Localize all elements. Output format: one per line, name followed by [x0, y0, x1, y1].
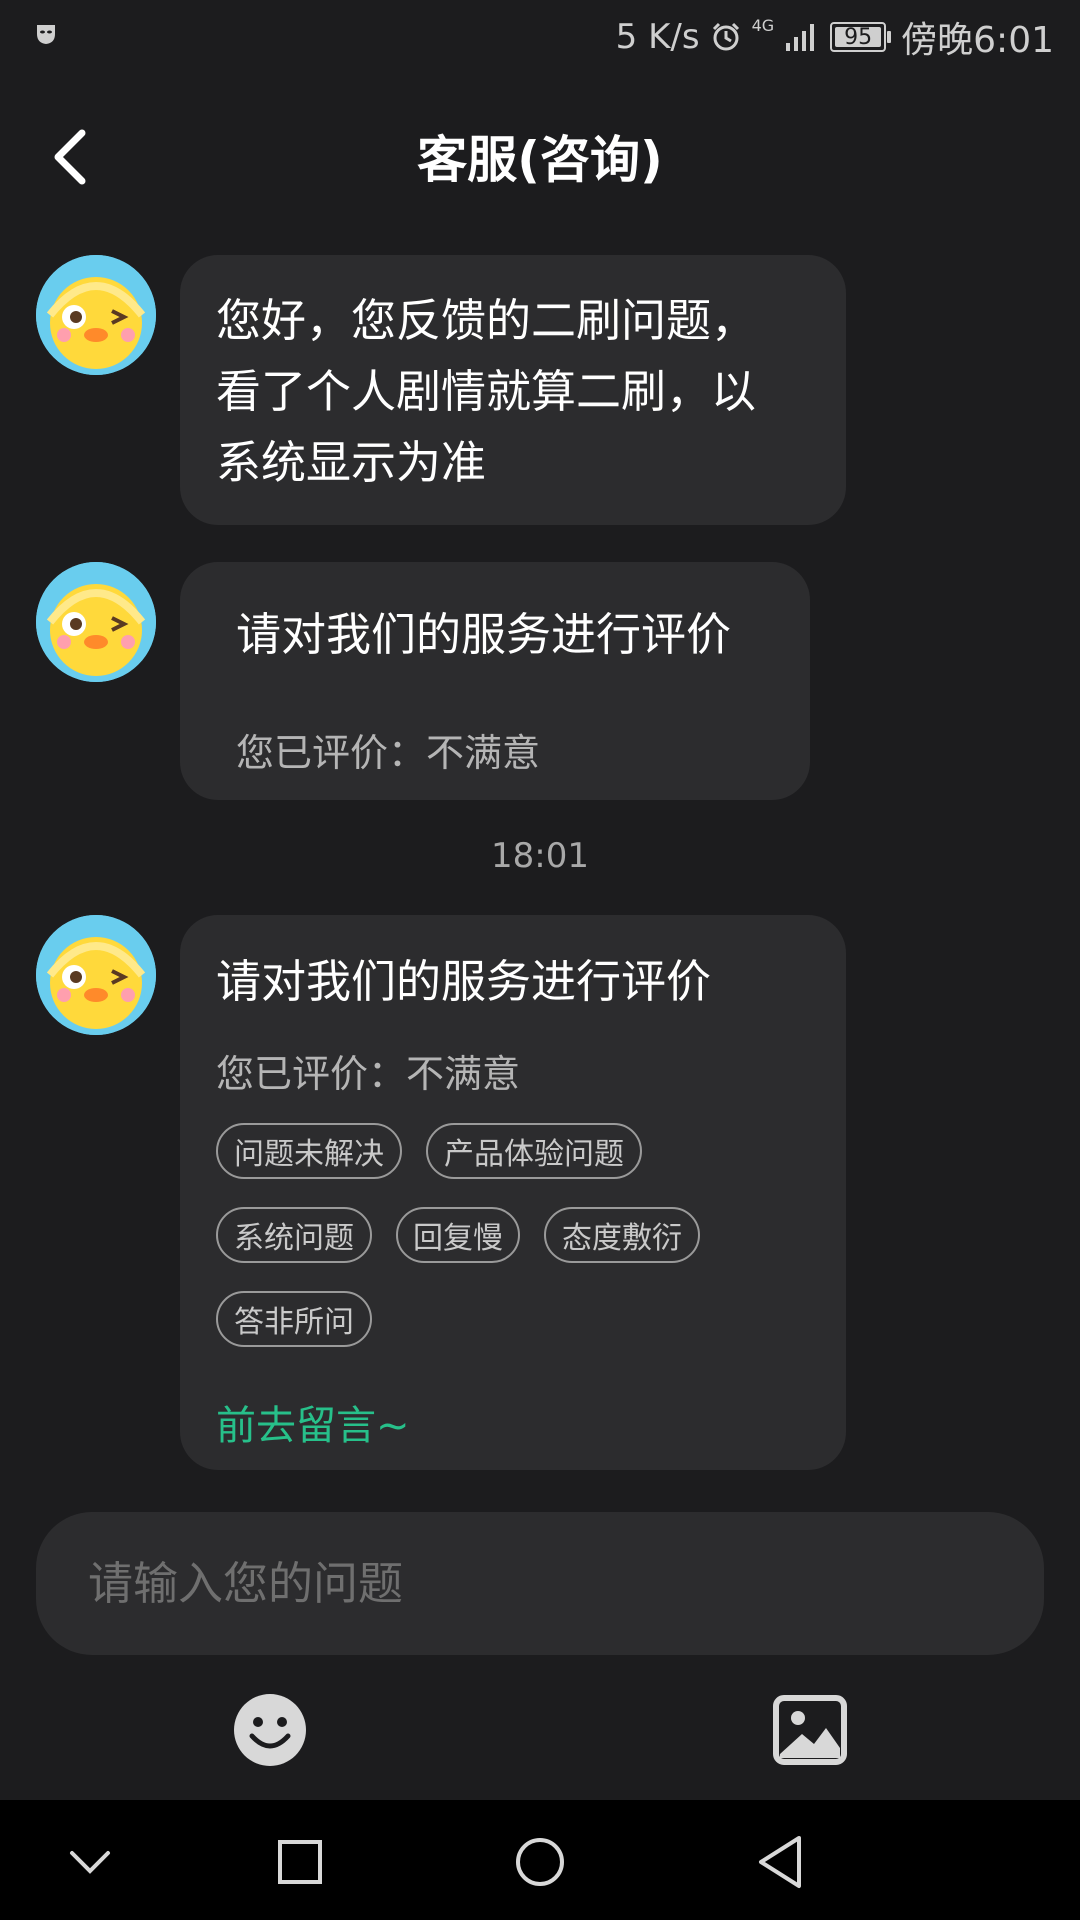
- net-speed: 5 K/s: [615, 17, 700, 57]
- status-time: 傍晚6:01: [901, 20, 1054, 61]
- image-icon[interactable]: [770, 1690, 850, 1770]
- message-line: 看了个人剧情就算二刷，以: [216, 365, 757, 418]
- message-input[interactable]: [86, 1556, 990, 1611]
- header: 客服(咨询): [0, 100, 1080, 210]
- duck-avatar-icon: [36, 562, 156, 682]
- battery-icon: 95: [830, 22, 892, 52]
- square-icon: [278, 1840, 322, 1884]
- message-input-box[interactable]: [36, 1512, 1044, 1655]
- duck-avatar-icon: [36, 915, 156, 1035]
- alarm-icon: [712, 22, 739, 51]
- chevron-down-icon: [70, 1851, 110, 1874]
- tag-perfunctory[interactable]: 态度敷衍: [544, 1207, 700, 1263]
- message-line: 系统显示为准: [216, 436, 487, 489]
- triangle-back-icon: [759, 1836, 801, 1888]
- tag-slow-reply[interactable]: 回复慢: [396, 1207, 520, 1263]
- message-line: 您好，您反馈的二刷问题，: [216, 294, 757, 347]
- duck-avatar-icon: [36, 255, 156, 375]
- message-bubble: 您好，您反馈的二刷问题， 看了个人剧情就算二刷，以 系统显示为准: [180, 255, 846, 525]
- evaluation-title: 请对我们的服务进行评价: [236, 608, 732, 661]
- emoji-icon[interactable]: [230, 1690, 310, 1770]
- timestamp: 18:01: [491, 836, 589, 876]
- status-bar: 5 K/s 4G 95 傍晚6:01: [0, 0, 1080, 75]
- circle-icon: [516, 1838, 564, 1886]
- battery-level: 95: [835, 25, 882, 50]
- nav-home-button[interactable]: [508, 1830, 572, 1894]
- leave-message-link[interactable]: 前去留言~: [216, 1393, 410, 1451]
- system-nav-bar: [0, 1800, 1080, 1920]
- tag-product-experience[interactable]: 产品体验问题: [426, 1123, 642, 1179]
- tag-irrelevant-answer[interactable]: 答非所问: [216, 1291, 372, 1347]
- evaluation-card-title: 请对我们的服务进行评价: [216, 955, 712, 1008]
- page-title: 客服(咨询): [417, 131, 663, 189]
- agent-avatar[interactable]: [36, 915, 156, 1035]
- tag-system-issue[interactable]: 系统问题: [216, 1207, 372, 1263]
- agent-avatar[interactable]: [36, 255, 156, 375]
- evaluation-status: 您已评价：不满意: [236, 731, 541, 775]
- evaluation-bubble: 请对我们的服务进行评价 您已评价：不满意: [180, 562, 810, 800]
- nav-hide-button[interactable]: [58, 1830, 122, 1894]
- nav-back-button[interactable]: [748, 1830, 812, 1894]
- tag-unresolved[interactable]: 问题未解决: [216, 1123, 402, 1179]
- evaluation-card: 请对我们的服务进行评价 您已评价：不满意 问题未解决 产品体验问题 系统问题 回…: [180, 915, 846, 1470]
- status-indicators: 5 K/s 4G 95 傍晚6:01: [615, 14, 1054, 61]
- mask-icon: [37, 25, 55, 44]
- network-type: 4G: [751, 16, 775, 35]
- nav-recents-button[interactable]: [268, 1830, 332, 1894]
- evaluation-card-status: 您已评价：不满意: [216, 1052, 521, 1096]
- agent-avatar[interactable]: [36, 562, 156, 682]
- signal-icon: [786, 24, 815, 51]
